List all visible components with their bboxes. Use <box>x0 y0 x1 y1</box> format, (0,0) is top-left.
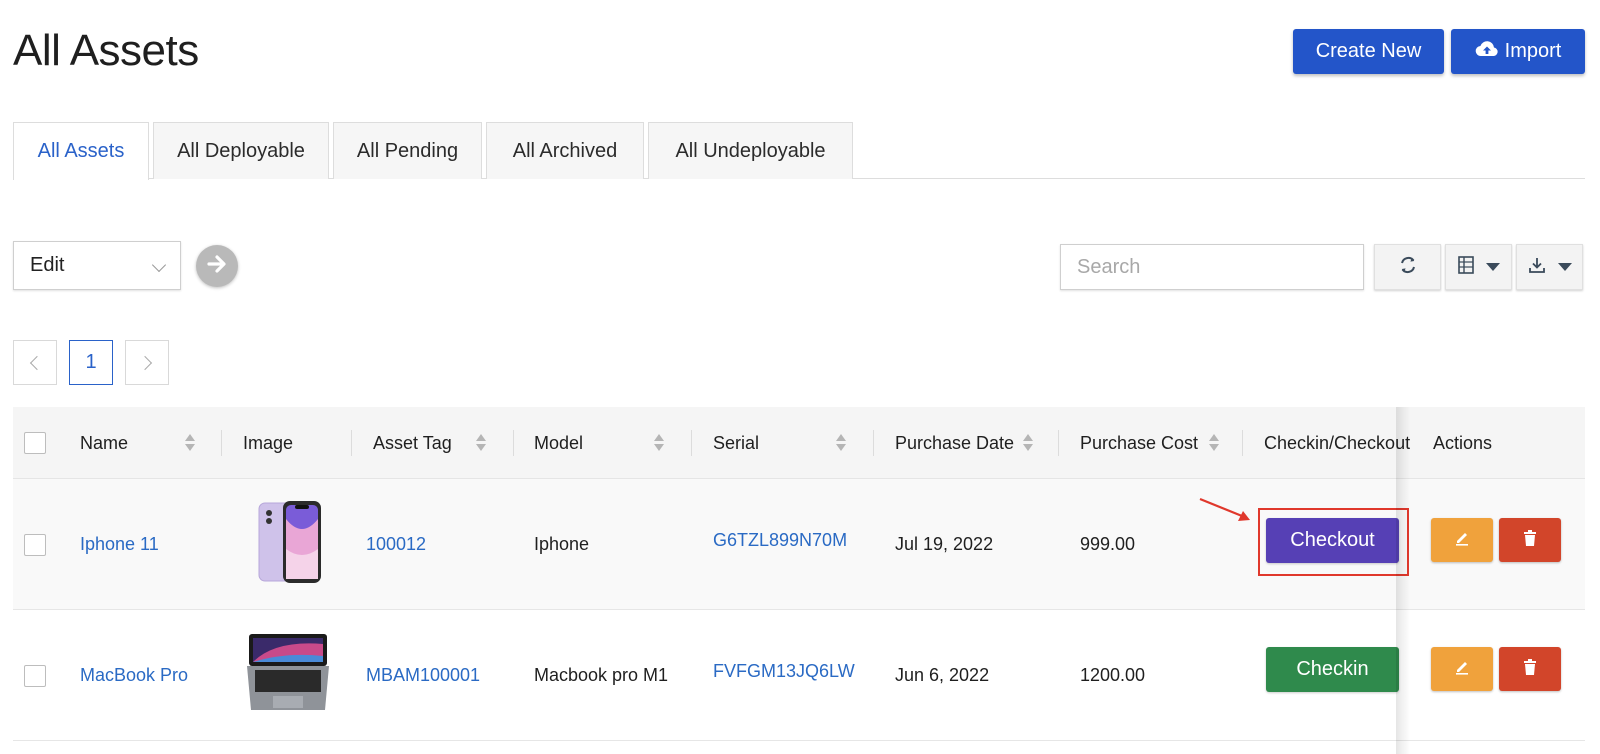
model-value: Macbook pro M1 <box>534 665 669 685</box>
export-button[interactable] <box>1516 244 1583 290</box>
column-divider <box>873 430 874 456</box>
pencil-icon <box>1453 658 1471 681</box>
column-divider <box>691 430 692 456</box>
tab-all-pending[interactable]: All Pending <box>333 122 482 179</box>
bulk-go-button[interactable] <box>196 245 238 287</box>
sticky-column-shadow <box>1396 407 1410 754</box>
search-input[interactable] <box>1060 244 1364 290</box>
row-checkbox[interactable] <box>24 665 46 687</box>
macbook-image[interactable] <box>245 632 331 719</box>
tab-all-archived[interactable]: All Archived <box>486 122 644 179</box>
model-value: Iphone <box>534 534 590 554</box>
page-title: All Assets <box>13 26 199 75</box>
cloud-upload-icon <box>1475 40 1499 64</box>
page-number-button[interactable]: 1 <box>69 340 113 385</box>
create-new-button[interactable]: Create New <box>1293 29 1444 74</box>
sort-icon[interactable] <box>836 434 846 452</box>
column-divider <box>1242 430 1243 456</box>
column-header-actions: Actions <box>1433 432 1493 453</box>
asset-tag-link[interactable]: 100012 <box>366 534 426 555</box>
sort-icon[interactable] <box>1209 434 1219 452</box>
import-label: Import <box>1504 40 1562 62</box>
tab-all-deployable[interactable]: All Deployable <box>153 122 329 179</box>
trash-icon <box>1522 529 1538 552</box>
column-divider <box>221 430 222 456</box>
column-header-purchase-date[interactable]: Purchase Date <box>895 407 1014 479</box>
column-header-asset-tag[interactable]: Asset Tag <box>373 407 452 479</box>
sort-icon[interactable] <box>476 434 486 452</box>
column-header-purchase-cost[interactable]: Purchase Cost <box>1080 407 1198 479</box>
asset-name-link[interactable]: Iphone 11 <box>80 534 159 555</box>
import-button[interactable]: Import <box>1451 29 1585 74</box>
asset-tag-link[interactable]: MBAM100001 <box>366 665 480 686</box>
table-header: Name Image Asset Tag Model Serial Purcha… <box>13 407 1585 479</box>
columns-button[interactable] <box>1445 244 1512 290</box>
sort-icon[interactable] <box>1023 434 1033 452</box>
bulk-action-select[interactable]: Edit <box>13 241 181 290</box>
delete-button[interactable] <box>1499 647 1561 691</box>
purchase-cost-value: 999.00 <box>1080 534 1136 554</box>
pencil-icon <box>1453 529 1471 552</box>
annotation-arrow-icon <box>1199 497 1250 521</box>
chevron-right-icon <box>137 355 153 370</box>
delete-button[interactable] <box>1499 518 1561 562</box>
edit-button[interactable] <box>1431 647 1493 691</box>
previous-page-button[interactable] <box>13 340 57 385</box>
chevron-left-icon <box>29 355 45 370</box>
refresh-icon <box>1397 254 1419 281</box>
table-row: MacBook Pro MBAM100001 Macbook pro M1 FV… <box>13 610 1585 741</box>
row-checkbox[interactable] <box>24 534 46 556</box>
columns-icon <box>1457 255 1474 279</box>
bulk-action-value: Edit <box>30 254 65 276</box>
arrow-right-circle-icon <box>204 251 230 282</box>
sort-icon[interactable] <box>185 434 195 452</box>
tab-all-assets[interactable]: All Assets <box>13 122 149 180</box>
column-divider <box>1058 430 1059 456</box>
next-page-button[interactable] <box>125 340 169 385</box>
edit-button[interactable] <box>1431 518 1493 562</box>
refresh-button[interactable] <box>1374 244 1441 290</box>
column-divider <box>513 430 514 456</box>
purchase-cost-value: 1200.00 <box>1080 665 1146 685</box>
table-row: Iphone 11 100012 Iphone G6TZL899N70M Jul… <box>13 479 1585 610</box>
trash-icon <box>1522 658 1538 681</box>
column-header-checkin-checkout: Checkin/Checkout <box>1264 432 1411 453</box>
column-header-model[interactable]: Model <box>534 407 583 479</box>
serial-link[interactable]: G6TZL899N70M <box>713 530 847 551</box>
checkin-button[interactable]: Checkin <box>1266 647 1399 692</box>
column-header-name[interactable]: Name <box>80 407 128 479</box>
asset-tabs: All Assets All Deployable All Pending Al… <box>13 122 1585 180</box>
purchase-date-value: Jun 6, 2022 <box>895 665 990 685</box>
purchase-date-value: Jul 19, 2022 <box>895 534 994 554</box>
asset-name-link[interactable]: MacBook Pro <box>80 665 188 686</box>
download-icon <box>1528 256 1546 279</box>
iphone-image[interactable] <box>257 499 323 592</box>
caret-down-icon <box>1485 263 1500 271</box>
chevron-down-icon <box>151 257 167 273</box>
column-header-serial[interactable]: Serial <box>713 407 759 479</box>
caret-down-icon <box>1557 263 1572 271</box>
column-header-image: Image <box>243 432 294 453</box>
sort-icon[interactable] <box>654 434 664 452</box>
checkout-button[interactable]: Checkout <box>1266 518 1399 563</box>
select-all-checkbox[interactable] <box>24 432 46 454</box>
tab-all-undeployable[interactable]: All Undeployable <box>648 122 853 179</box>
column-divider <box>351 430 352 456</box>
serial-link[interactable]: FVFGM13JQ6LW <box>713 661 855 682</box>
